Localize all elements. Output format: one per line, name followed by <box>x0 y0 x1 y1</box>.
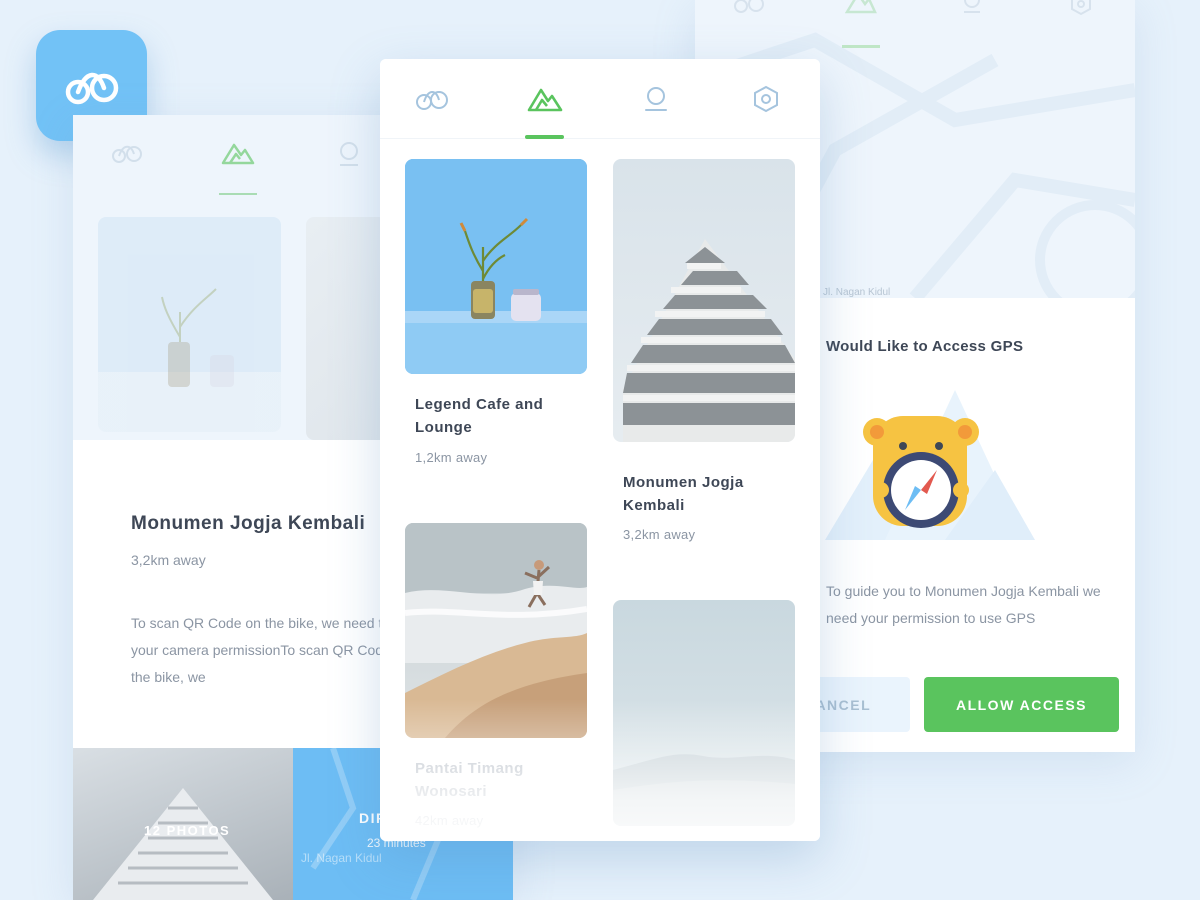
place-name: Pantai Timang Wonosari <box>415 760 524 800</box>
location-pin-icon[interactable] <box>961 0 983 19</box>
tab-bar <box>380 59 820 139</box>
place-card-photo[interactable] <box>613 159 795 442</box>
photos-label: 12 PHOTOS <box>144 823 231 838</box>
place-distance: 1,2km away <box>415 450 488 465</box>
settings-icon[interactable] <box>1069 0 1093 21</box>
allow-access-button[interactable]: ALLOW ACCESS <box>924 677 1119 732</box>
place-card-photo[interactable] <box>405 523 587 738</box>
location-pin-icon[interactable] <box>337 141 361 172</box>
place-name: Legend Cafe and Lounge <box>415 396 544 436</box>
place-distance: 42km away <box>415 813 484 828</box>
location-pin-icon <box>645 87 667 111</box>
bike-icon[interactable] <box>111 141 143 170</box>
mountain-icon[interactable] <box>221 141 255 170</box>
place-card-photo[interactable] <box>405 159 587 374</box>
tab-bike[interactable] <box>412 81 452 117</box>
cafe-photo-thumbnail[interactable] <box>98 217 281 432</box>
permission-title: Would Like to Access GPS <box>826 338 1024 355</box>
tab-settings[interactable] <box>746 81 786 117</box>
place-distance: 3,2km away <box>131 552 206 568</box>
tab-indicator <box>525 135 564 139</box>
bike-icon <box>65 72 118 104</box>
photos-button[interactable]: 12 PHOTOS <box>73 748 293 900</box>
tab-location[interactable] <box>636 81 676 117</box>
bike-icon <box>416 91 448 110</box>
bike-icon[interactable] <box>733 0 765 21</box>
compass-mascot-illustration <box>825 380 1035 555</box>
mountain-icon[interactable] <box>844 0 877 21</box>
mountain-icon <box>527 88 563 112</box>
place-card-photo[interactable] <box>613 600 795 826</box>
directions-street: Jl. Nagan Kidul <box>301 851 382 865</box>
tab-explore[interactable] <box>525 81 565 117</box>
map-street-label: Jl. Nagan Kidul <box>823 287 891 298</box>
places-list-screen: Legend Cafe and Lounge 1,2km away Monume… <box>380 59 820 841</box>
tab-indicator <box>842 45 880 48</box>
permission-description: To guide you to Monumen Jogja Kembali we… <box>826 583 1101 626</box>
settings-icon <box>754 85 778 113</box>
place-distance: 3,2km away <box>623 527 696 542</box>
place-title: Monumen Jogja Kembali <box>131 513 366 534</box>
place-name: Monumen Jogja Kembali <box>623 474 744 514</box>
